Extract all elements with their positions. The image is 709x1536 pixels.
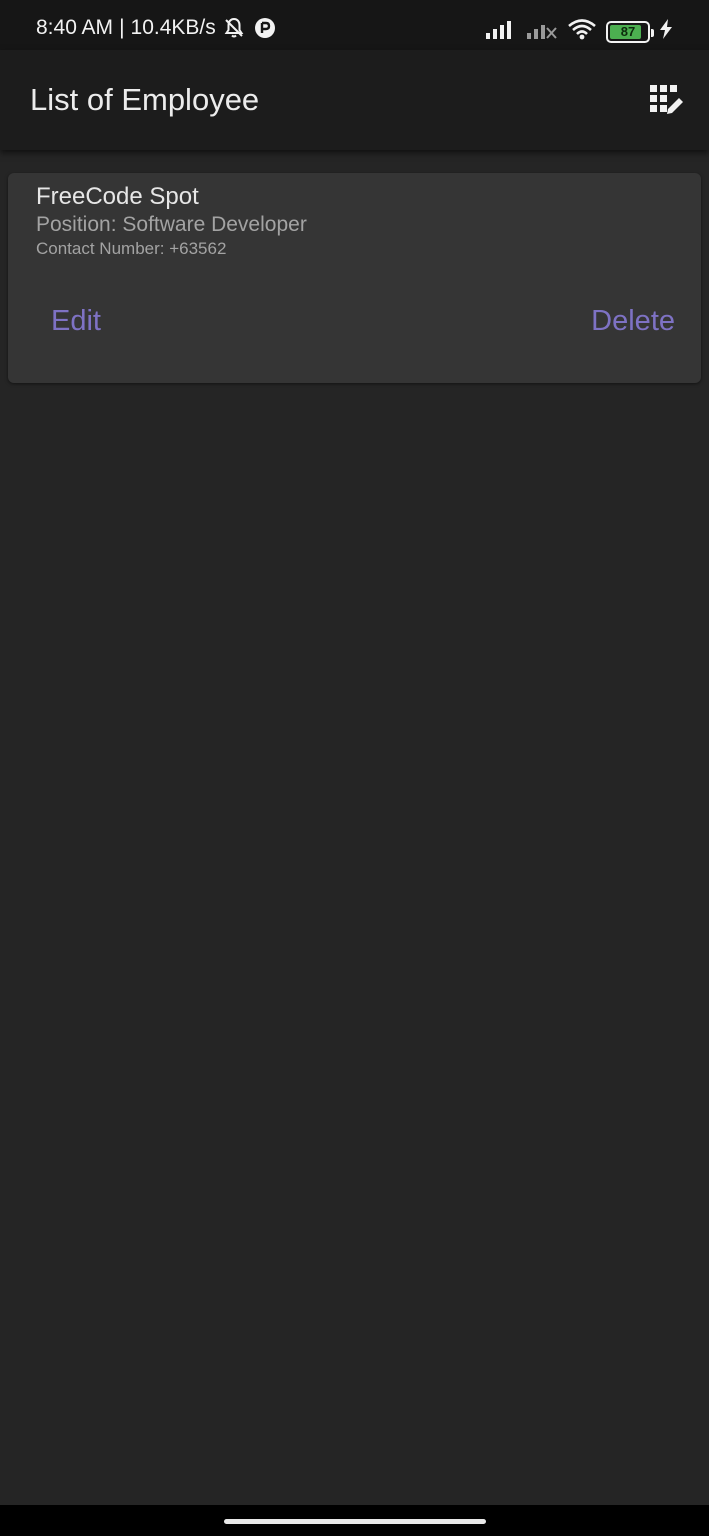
- status-separator: |: [119, 16, 125, 39]
- battery-level: 87: [620, 24, 636, 39]
- employee-contact: Contact Number: +63562: [36, 239, 227, 258]
- app-notification-icon: [254, 17, 276, 39]
- battery-cap: [651, 28, 654, 37]
- status-left: 8:40 AM | 10.4KB/s: [36, 16, 276, 40]
- charging-icon: [659, 19, 673, 44]
- status-time: 8:40 AM: [36, 16, 114, 39]
- navigation-bar: [0, 1505, 709, 1536]
- battery-icon: 87: [606, 20, 654, 43]
- delete-button[interactable]: Delete: [591, 305, 675, 338]
- employee-card: FreeCode Spot Position: Software Develop…: [8, 173, 701, 383]
- signal-icon: [485, 19, 517, 44]
- home-indicator[interactable]: [224, 1519, 486, 1524]
- wifi-icon: [567, 18, 597, 45]
- signal-off-icon: [526, 19, 558, 44]
- status-right: 87: [485, 18, 673, 45]
- network-speed: 10.4KB/s: [130, 16, 216, 39]
- app-bar: List of Employee: [0, 50, 709, 150]
- grid-edit-icon: [650, 85, 683, 114]
- edit-button[interactable]: Edit: [51, 305, 101, 338]
- employee-position: Position: Software Developer: [36, 213, 307, 236]
- grid-edit-button[interactable]: [649, 84, 683, 118]
- page-title: List of Employee: [30, 82, 260, 117]
- bell-off-icon: [222, 16, 246, 40]
- status-bar: 8:40 AM | 10.4KB/s 87: [0, 0, 709, 50]
- employee-name: FreeCode Spot: [36, 183, 199, 210]
